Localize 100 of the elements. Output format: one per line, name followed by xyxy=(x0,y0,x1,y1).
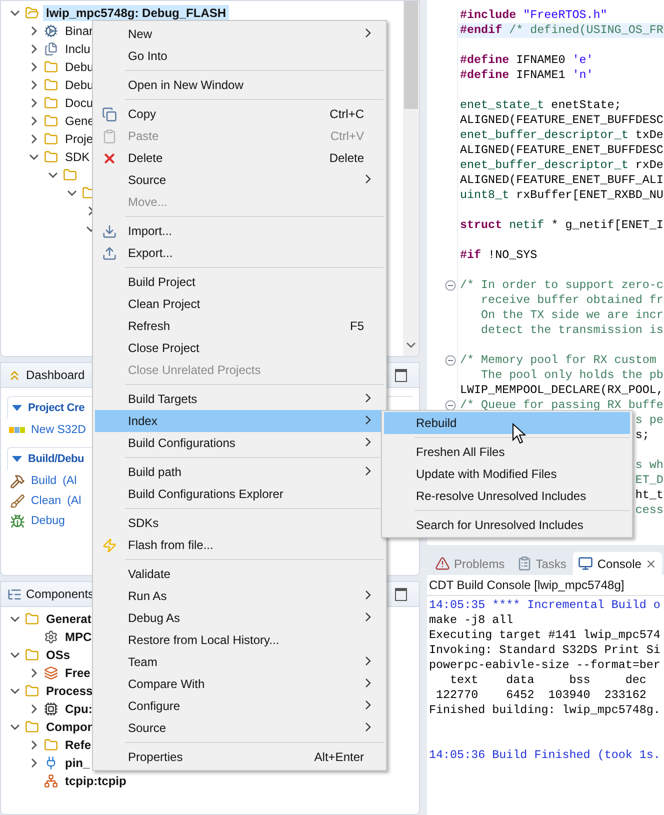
maximize-icon[interactable] xyxy=(395,588,407,601)
menu-item[interactable]: Build Project xyxy=(95,271,384,293)
console-line: 122770 6452 103940 233162 xyxy=(435,688,648,703)
scrollbar-thumb[interactable] xyxy=(404,1,418,109)
code-line: /* Memory pool for RX custom xyxy=(459,353,656,368)
tree-item[interactable]: lwip_mpc5748g: Debug_FLASH xyxy=(43,5,230,21)
tree-item[interactable]: Free xyxy=(62,665,94,681)
menu-item[interactable]: Properties Alt+Enter xyxy=(95,746,384,768)
chevron-right-icon[interactable] xyxy=(29,758,39,768)
menu-item[interactable]: Restore from Local History... xyxy=(95,629,384,651)
view-tab[interactable]: Tasks xyxy=(512,552,572,575)
chevron-down-icon[interactable] xyxy=(10,686,20,696)
tree-item[interactable]: tcpip:tcpip xyxy=(62,773,130,789)
chevron-down-icon[interactable] xyxy=(10,722,20,732)
chevron-right-icon[interactable] xyxy=(29,668,39,678)
chevron-right-icon[interactable] xyxy=(29,80,39,90)
chevron-right-icon[interactable] xyxy=(29,116,39,126)
section-title: Project Cre xyxy=(28,402,84,414)
menu-item[interactable]: Update with Modified Files xyxy=(384,463,630,485)
menu-item[interactable]: Source xyxy=(95,169,384,191)
tree-item[interactable]: SDK xyxy=(62,149,93,165)
gear-icon xyxy=(44,24,58,38)
triangle-down-icon[interactable] xyxy=(12,404,22,412)
chevron-down-icon[interactable] xyxy=(67,188,77,198)
menu-item[interactable]: Debug As xyxy=(95,607,384,629)
code-line: s wh xyxy=(634,458,664,473)
menu-item[interactable]: SDKs xyxy=(95,512,384,534)
menu-item[interactable]: Build Configurations Explorer xyxy=(95,483,384,505)
delete-icon xyxy=(102,150,117,166)
code-line: /* Queue for passing RX buffe xyxy=(459,398,664,413)
panel-tab[interactable]: Dashboard xyxy=(26,368,85,382)
tree-item[interactable]: OSs xyxy=(43,647,74,663)
code-line: receive buffer obtained fr xyxy=(480,293,664,308)
chevron-down-icon[interactable] xyxy=(10,8,20,18)
menu-item[interactable]: Search for Unresolved Includes xyxy=(384,514,630,536)
tree-item[interactable]: Process xyxy=(43,683,96,699)
chevron-right-icon[interactable] xyxy=(29,62,39,72)
menu-item[interactable]: Import... xyxy=(95,220,384,242)
menu-item[interactable]: Go Into xyxy=(95,45,384,67)
tree-item[interactable]: Binar xyxy=(62,23,96,39)
chevron-right-icon[interactable] xyxy=(29,44,39,54)
menu-item[interactable]: Build Targets xyxy=(95,388,384,410)
chevron-down-icon[interactable] xyxy=(10,650,20,660)
chevron-right-icon[interactable] xyxy=(29,26,39,36)
menu-item[interactable]: Team xyxy=(95,651,384,673)
triangle-down-icon[interactable] xyxy=(12,455,22,463)
fold-icon[interactable] xyxy=(445,400,456,411)
tree-item[interactable]: Docu xyxy=(62,95,96,111)
menu-item[interactable]: Freshen All Files xyxy=(384,441,630,463)
tree-item[interactable]: MPC xyxy=(62,629,95,645)
dashboard-link[interactable]: Build xyxy=(31,475,57,487)
menu-item[interactable]: Configure xyxy=(95,695,384,717)
menu-item[interactable]: Delete Delete xyxy=(95,147,384,169)
tree-item[interactable]: Generat xyxy=(43,611,94,627)
menu-item[interactable]: Open in New Window xyxy=(95,74,384,96)
tree-item[interactable]: Inclu xyxy=(62,41,94,57)
chevron-right-icon[interactable] xyxy=(29,134,39,144)
tree-item[interactable]: Proje xyxy=(62,131,96,147)
tree-item[interactable]: Refe xyxy=(62,737,94,753)
chevron-down-icon[interactable] xyxy=(10,614,20,624)
code-line: On the TX side we are incr xyxy=(480,308,664,323)
menu-item[interactable]: Refresh F5 xyxy=(95,315,384,337)
menu-item[interactable]: Compare With xyxy=(95,673,384,695)
panel-tab[interactable]: Components xyxy=(26,587,94,601)
close-icon[interactable] xyxy=(645,558,658,570)
menu-item[interactable]: Rebuild xyxy=(384,412,630,434)
menu-item[interactable]: Run As xyxy=(95,585,384,607)
scroll-down-icon[interactable] xyxy=(406,340,416,350)
view-tab[interactable]: Console xyxy=(573,552,662,575)
menu-item[interactable]: Build path xyxy=(95,461,384,483)
console-line: text data bss dec xyxy=(449,673,648,688)
console-title: CDT Build Console [lwip_mpc5748g] xyxy=(427,575,664,596)
folder-icon xyxy=(44,114,58,128)
maximize-icon[interactable] xyxy=(395,369,407,382)
fold-icon[interactable] xyxy=(445,280,456,291)
tree-item[interactable]: pin_ xyxy=(62,755,93,771)
menu-item[interactable]: Re-resolve Unresolved Includes xyxy=(384,485,630,507)
chevron-down-icon[interactable] xyxy=(29,152,39,162)
dashboard-link[interactable]: New S32D xyxy=(31,424,86,436)
chevron-right-icon[interactable] xyxy=(29,740,39,750)
chevron-right-icon[interactable] xyxy=(29,98,39,108)
menu-item[interactable]: Validate xyxy=(95,563,384,585)
chevron-right-icon[interactable] xyxy=(29,704,39,714)
view-tab[interactable]: Problems xyxy=(430,552,510,575)
dashboard-link[interactable]: Clean xyxy=(31,495,62,507)
tree-item[interactable]: Cpu: xyxy=(62,701,96,717)
menu-item[interactable]: Close Project xyxy=(95,337,384,359)
folder-icon xyxy=(25,648,39,662)
menu-item[interactable]: Copy Ctrl+C xyxy=(95,103,384,125)
menu-item[interactable]: Source xyxy=(95,717,384,739)
menu-item[interactable]: New xyxy=(95,23,384,45)
menu-item[interactable]: Index xyxy=(95,410,384,432)
dashboard-link-note: (Al xyxy=(67,495,82,507)
fold-icon[interactable] xyxy=(445,355,456,366)
menu-item[interactable]: Export... xyxy=(95,242,384,264)
dashboard-link[interactable]: Debug xyxy=(31,515,65,527)
chevron-down-icon[interactable] xyxy=(48,170,58,180)
menu-item[interactable]: Flash from file... xyxy=(95,534,384,556)
menu-item[interactable]: Clean Project xyxy=(95,293,384,315)
menu-item[interactable]: Build Configurations xyxy=(95,432,384,454)
